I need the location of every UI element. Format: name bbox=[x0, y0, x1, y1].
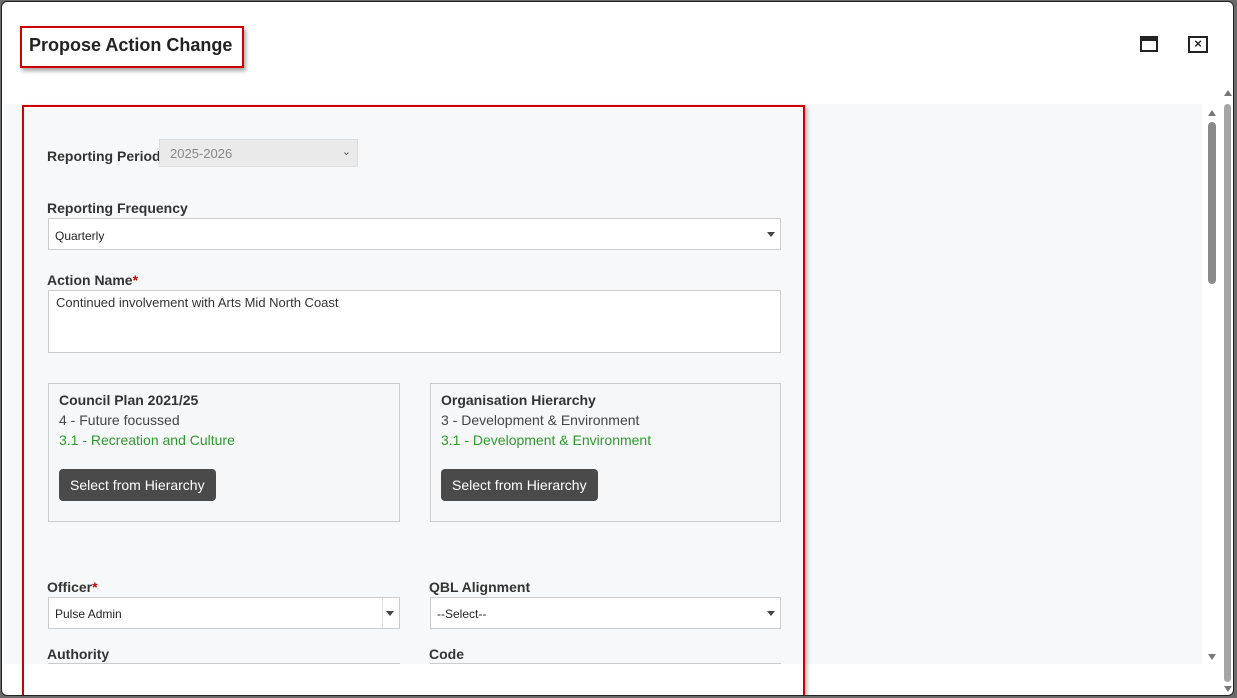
code-label: Code bbox=[429, 646, 464, 662]
org-hierarchy-panel: Organisation Hierarchy 3 - Development &… bbox=[430, 383, 781, 522]
council-plan-level2: 3.1 - Recreation and Culture bbox=[59, 432, 235, 448]
scroll-up-icon[interactable] bbox=[1224, 90, 1232, 96]
council-plan-panel: Council Plan 2021/25 4 - Future focussed… bbox=[48, 383, 400, 522]
inner-scrollbar[interactable] bbox=[1205, 106, 1219, 664]
action-name-label: Action Name* bbox=[47, 272, 139, 288]
org-hierarchy-title: Organisation Hierarchy bbox=[441, 392, 596, 408]
org-hierarchy-level1: 3 - Development & Environment bbox=[441, 412, 640, 428]
org-hierarchy-level2: 3.1 - Development & Environment bbox=[441, 432, 652, 448]
maximize-icon[interactable] bbox=[1139, 34, 1161, 56]
propose-action-dialog: Propose Action Change × Reporting Period… bbox=[1, 1, 1234, 696]
scroll-down-icon[interactable] bbox=[1208, 654, 1216, 660]
code-input[interactable] bbox=[430, 663, 781, 668]
council-plan-level1: 4 - Future focussed bbox=[59, 412, 180, 428]
org-hierarchy-select-button[interactable]: Select from Hierarchy bbox=[441, 469, 598, 501]
caret-down-icon bbox=[767, 611, 775, 616]
reporting-period-label: Reporting Period bbox=[47, 148, 161, 164]
qbl-alignment-select[interactable]: --Select-- bbox=[430, 597, 781, 629]
scroll-up-icon[interactable] bbox=[1208, 110, 1216, 116]
council-plan-title: Council Plan 2021/25 bbox=[59, 392, 199, 408]
council-plan-select-button[interactable]: Select from Hierarchy bbox=[59, 469, 216, 501]
caret-down-icon bbox=[386, 611, 394, 616]
officer-label: Officer* bbox=[47, 579, 98, 595]
outer-scrollbar-thumb[interactable] bbox=[1224, 104, 1231, 682]
officer-select[interactable]: Pulse Admin bbox=[48, 597, 400, 629]
outer-scrollbar[interactable] bbox=[1221, 88, 1233, 695]
scrollbar-thumb[interactable] bbox=[1208, 122, 1216, 284]
caret-down-icon bbox=[767, 232, 775, 237]
qbl-alignment-label: QBL Alignment bbox=[429, 579, 531, 595]
chevron-down-icon: ⌄ bbox=[341, 146, 351, 158]
reporting-frequency-label: Reporting Frequency bbox=[47, 200, 188, 216]
scroll-down-icon[interactable] bbox=[1224, 686, 1232, 692]
authority-label: Authority bbox=[47, 646, 110, 662]
dialog-title: Propose Action Change bbox=[29, 35, 233, 55]
authority-input[interactable] bbox=[48, 663, 400, 668]
action-name-input[interactable]: Continued involvement with Arts Mid Nort… bbox=[48, 290, 781, 353]
reporting-frequency-select[interactable]: Quarterly bbox=[48, 218, 781, 250]
reporting-period-select: 2025-2026 ⌄ bbox=[159, 139, 358, 167]
close-icon[interactable]: × bbox=[1187, 34, 1209, 56]
